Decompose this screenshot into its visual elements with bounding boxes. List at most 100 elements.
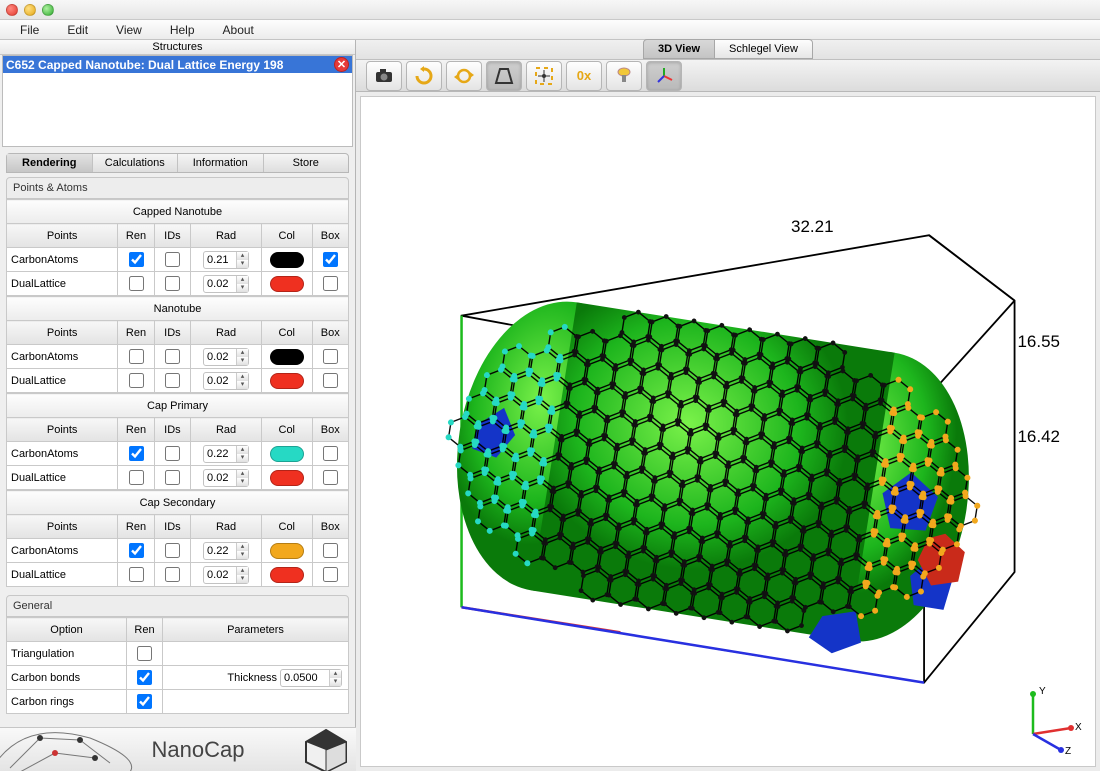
axes-gizmo: Y X Z [1013, 684, 1083, 754]
sidebar: Structures C652 Capped Nanotube: Dual La… [0, 40, 356, 771]
ren-checkbox[interactable] [129, 373, 144, 388]
menu-about[interactable]: About [209, 21, 268, 39]
zoom-window[interactable] [42, 4, 54, 16]
row-label: DualLattice [7, 369, 118, 393]
ids-checkbox[interactable] [165, 252, 180, 267]
svg-text:Z: Z [1065, 746, 1071, 754]
sidebar-tabbar: Rendering Calculations Information Store [6, 153, 349, 173]
box-checkbox[interactable] [323, 470, 338, 485]
box-checkbox[interactable] [323, 567, 338, 582]
menu-help[interactable]: Help [156, 21, 209, 39]
menu-edit[interactable]: Edit [53, 21, 102, 39]
nanocap-logo: NanoCap [0, 727, 356, 771]
structure-item[interactable]: C652 Capped Nanotube: Dual Lattice Energ… [3, 56, 352, 73]
rotate-ccw-icon[interactable] [406, 61, 442, 91]
color-swatch[interactable] [270, 252, 304, 268]
box-checkbox[interactable] [323, 276, 338, 291]
ids-checkbox[interactable] [165, 276, 180, 291]
dim-z: 16.42 [1017, 427, 1060, 447]
ren-checkbox[interactable] [137, 670, 152, 685]
menu-file[interactable]: File [6, 21, 53, 39]
tab-schlegel-view[interactable]: Schlegel View [715, 39, 813, 59]
radius-stepper[interactable]: ▴▾ [203, 275, 249, 293]
radius-stepper[interactable]: ▴▾ [203, 469, 249, 487]
close-icon[interactable]: ✕ [334, 57, 349, 72]
points-atoms-label: Points & Atoms [6, 177, 349, 199]
ren-checkbox[interactable] [129, 470, 144, 485]
svg-text:X: X [1075, 722, 1082, 733]
box-checkbox[interactable] [323, 373, 338, 388]
radius-stepper[interactable]: ▴▾ [203, 348, 249, 366]
window-titlebar [0, 0, 1100, 20]
section-table: Cap Primary PointsRenIDsRadColBoxCarbonA… [6, 393, 349, 490]
color-swatch[interactable] [270, 276, 304, 292]
structures-list[interactable]: C652 Capped Nanotube: Dual Lattice Energ… [2, 55, 353, 147]
general-label: General [6, 595, 349, 617]
ids-checkbox[interactable] [165, 446, 180, 461]
ren-checkbox[interactable] [129, 276, 144, 291]
tab-calculations[interactable]: Calculations [93, 154, 179, 172]
structure-item-label: C652 Capped Nanotube: Dual Lattice Energ… [6, 58, 283, 72]
color-swatch[interactable] [270, 349, 304, 365]
3d-viewport[interactable]: 32.21 16.55 16.42 Y X Z [360, 96, 1096, 767]
color-swatch[interactable] [270, 470, 304, 486]
radius-stepper[interactable]: ▴▾ [203, 445, 249, 463]
color-swatch[interactable] [270, 446, 304, 462]
svg-text:Y: Y [1039, 686, 1046, 697]
section-table: Nanotube PointsRenIDsRadColBoxCarbonAtom… [6, 296, 349, 393]
color-swatch[interactable] [270, 373, 304, 389]
color-swatch[interactable] [270, 543, 304, 559]
close-window[interactable] [6, 4, 18, 16]
ids-checkbox[interactable] [165, 567, 180, 582]
row-label: CarbonAtoms [7, 345, 118, 369]
menu-view[interactable]: View [102, 21, 156, 39]
box-checkbox[interactable] [323, 446, 338, 461]
dim-y: 16.55 [1017, 332, 1060, 352]
row-label: CarbonAtoms [7, 248, 118, 272]
structures-header: Structures [0, 40, 355, 55]
box-checkbox[interactable] [323, 252, 338, 267]
ren-checkbox[interactable] [129, 543, 144, 558]
perspective-icon[interactable] [486, 61, 522, 91]
tab-store[interactable]: Store [264, 154, 349, 172]
ren-checkbox[interactable] [137, 694, 152, 709]
radius-stepper[interactable]: ▴▾ [203, 251, 249, 269]
dim-x: 32.21 [791, 217, 834, 237]
general-table: Option Ren Parameters Triangulation Carb… [6, 617, 349, 714]
content-area: 3D View Schlegel View 0x [356, 40, 1100, 771]
ids-checkbox[interactable] [165, 349, 180, 364]
radius-stepper[interactable]: ▴▾ [203, 372, 249, 390]
tab-information[interactable]: Information [178, 154, 264, 172]
row-label: CarbonAtoms [7, 539, 118, 563]
ids-checkbox[interactable] [165, 470, 180, 485]
menu-bar: File Edit View Help About [0, 20, 1100, 40]
viewport-toolbar: 0x [356, 60, 1100, 92]
row-label: DualLattice [7, 466, 118, 490]
rotate-sync-icon[interactable] [446, 61, 482, 91]
ren-checkbox[interactable] [137, 646, 152, 661]
section-table: Capped Nanotube PointsRenIDsRadColBoxCar… [6, 199, 349, 296]
axes-icon[interactable] [646, 61, 682, 91]
color-swatch[interactable] [270, 567, 304, 583]
ren-checkbox[interactable] [129, 446, 144, 461]
center-icon[interactable] [526, 61, 562, 91]
light-icon[interactable] [606, 61, 642, 91]
ren-checkbox[interactable] [129, 252, 144, 267]
camera-icon[interactable] [366, 61, 402, 91]
ren-checkbox[interactable] [129, 567, 144, 582]
section-table: Cap Secondary PointsRenIDsRadColBoxCarbo… [6, 490, 349, 587]
ids-checkbox[interactable] [165, 373, 180, 388]
row-label: CarbonAtoms [7, 442, 118, 466]
radius-stepper[interactable]: ▴▾ [203, 542, 249, 560]
ren-checkbox[interactable] [129, 349, 144, 364]
row-label: DualLattice [7, 563, 118, 587]
box-checkbox[interactable] [323, 349, 338, 364]
reset-zoom-icon[interactable]: 0x [566, 61, 602, 91]
radius-stepper[interactable]: ▴▾ [203, 566, 249, 584]
tab-rendering[interactable]: Rendering [7, 154, 93, 172]
ids-checkbox[interactable] [165, 543, 180, 558]
tab-3d-view[interactable]: 3D View [643, 39, 715, 59]
minimize-window[interactable] [24, 4, 36, 16]
param-stepper[interactable]: ▴▾ [280, 669, 342, 687]
box-checkbox[interactable] [323, 543, 338, 558]
